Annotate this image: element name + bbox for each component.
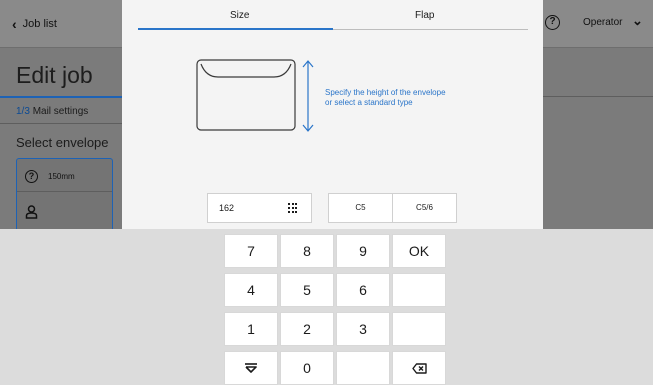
key-blank[interactable] bbox=[336, 351, 390, 385]
page-title: Edit job bbox=[16, 62, 93, 88]
help-circle-icon[interactable]: ? bbox=[545, 15, 560, 30]
chevron-down-icon[interactable]: ⌄ bbox=[632, 13, 643, 29]
back-label: Job list bbox=[22, 18, 57, 30]
key-2[interactable]: 2 bbox=[280, 312, 334, 346]
tab-bar: Size Flap bbox=[138, 0, 529, 30]
panel-row-label: 150mm bbox=[48, 172, 75, 181]
key-4[interactable]: 4 bbox=[224, 273, 278, 307]
hide-keyboard-icon bbox=[245, 363, 257, 373]
key-1[interactable]: 1 bbox=[224, 312, 278, 346]
key-5[interactable]: 5 bbox=[280, 273, 334, 307]
help-circle-icon: ? bbox=[25, 170, 38, 183]
key-7[interactable]: 7 bbox=[224, 234, 278, 268]
envelope-illustration bbox=[196, 59, 326, 140]
panel-row-user[interactable] bbox=[25, 205, 38, 221]
divider bbox=[0, 123, 122, 124]
ok-button[interactable]: OK bbox=[392, 234, 446, 268]
operator-label[interactable]: Operator bbox=[583, 17, 622, 28]
key-3[interactable]: 3 bbox=[336, 312, 390, 346]
standard-type-c5-6-button[interactable]: C5/6 bbox=[392, 193, 457, 223]
divider bbox=[528, 96, 653, 97]
key-blank[interactable] bbox=[392, 273, 446, 307]
step-label: Mail settings bbox=[32, 106, 89, 117]
user-icon bbox=[25, 205, 38, 221]
active-tab-indicator bbox=[138, 28, 333, 30]
back-button[interactable]: ‹ Job list bbox=[12, 16, 57, 32]
instruction-line: or select a standard type bbox=[325, 98, 413, 107]
title-underline bbox=[0, 96, 122, 98]
step-indicator: 1/3 Mail settings bbox=[16, 106, 88, 117]
height-value: 162 bbox=[219, 203, 235, 213]
height-input[interactable]: 162 bbox=[207, 193, 312, 223]
panel-row-size[interactable]: ? 150mm bbox=[25, 170, 75, 183]
chevron-left-icon: ‹ bbox=[12, 16, 17, 32]
standard-type-c5-button[interactable]: C5 bbox=[328, 193, 393, 223]
instruction-line: Specify the height of the envelope bbox=[325, 88, 446, 97]
tab-divider bbox=[333, 29, 528, 30]
envelope-size-dialog: Size Flap Specify the height of the enve… bbox=[122, 0, 543, 229]
key-blank[interactable] bbox=[392, 312, 446, 346]
tab-flap[interactable]: Flap bbox=[415, 10, 434, 21]
instruction-text: Specify the height of the envelope or se… bbox=[325, 88, 446, 108]
key-8[interactable]: 8 bbox=[280, 234, 334, 268]
envelope-selection-panel: ? 150mm bbox=[16, 158, 113, 229]
keypad-grid-icon[interactable] bbox=[288, 203, 298, 213]
numeric-keypad: 7 8 9 OK 4 5 6 1 2 3 0 bbox=[222, 234, 448, 385]
divider bbox=[17, 191, 112, 192]
backspace-icon bbox=[411, 362, 427, 374]
select-envelope-label: Select envelope bbox=[16, 135, 109, 150]
step-number: 1/3 bbox=[16, 106, 30, 117]
key-0[interactable]: 0 bbox=[280, 351, 334, 385]
backspace-button[interactable] bbox=[392, 351, 446, 385]
tab-size[interactable]: Size bbox=[230, 10, 249, 21]
key-6[interactable]: 6 bbox=[336, 273, 390, 307]
key-9[interactable]: 9 bbox=[336, 234, 390, 268]
hide-keyboard-button[interactable] bbox=[224, 351, 278, 385]
